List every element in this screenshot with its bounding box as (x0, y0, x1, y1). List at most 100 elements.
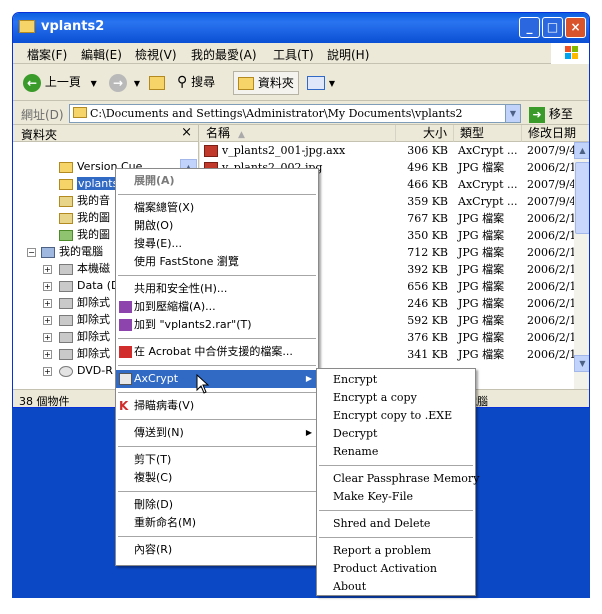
up-folder-button[interactable] (149, 71, 165, 95)
menu-item-report-problem[interactable]: Report a problem (317, 542, 475, 560)
menu-item-open[interactable]: 開啟(O) (116, 217, 318, 235)
column-date[interactable]: 修改日期 (522, 125, 589, 142)
menu-item-send-to[interactable]: 傳送到(N) ▶ (116, 424, 318, 442)
file-size: 246 KB (407, 297, 448, 310)
tree-item-my-music[interactable]: 我的音 (59, 192, 110, 209)
go-button[interactable]: ➜ 移至 (529, 105, 573, 123)
tree-item-removable-4[interactable]: 卸除式 (59, 345, 110, 362)
expand-icon[interactable]: + (43, 333, 52, 342)
collapse-icon[interactable]: − (27, 248, 36, 257)
menu-separator (118, 392, 316, 393)
menu-file[interactable]: 檔案(F) (27, 46, 67, 63)
menu-item-make-key-file[interactable]: Make Key-File (317, 488, 475, 506)
menu-item-rename-axcrypt[interactable]: Rename (317, 443, 475, 461)
menu-item-expand[interactable]: 展開(A) (116, 172, 318, 190)
menu-tools[interactable]: 工具(T) (273, 46, 314, 63)
column-name[interactable]: 名稱 ▲ (200, 125, 396, 142)
expand-icon[interactable]: + (43, 316, 52, 325)
menu-item-encrypt-copy[interactable]: Encrypt a copy (317, 389, 475, 407)
search-button[interactable]: ⚲ 搜尋 (177, 71, 215, 95)
tree-item-my-pictures-2[interactable]: 我的圖 (59, 226, 110, 243)
maximize-button[interactable]: □ (542, 17, 563, 38)
menu-item-shred-delete[interactable]: Shred and Delete (317, 515, 475, 533)
tree-item-local-disk[interactable]: 本機磁 (59, 260, 110, 277)
column-size[interactable]: 大小 (396, 125, 454, 142)
music-folder-icon (59, 195, 73, 207)
close-pane-button[interactable]: × (181, 125, 192, 140)
expand-icon[interactable]: + (43, 299, 52, 308)
file-type: JPG 檔案 (458, 161, 505, 174)
menu-edit[interactable]: 編輯(E) (81, 46, 122, 63)
expand-icon[interactable]: + (43, 265, 52, 274)
menu-item-faststone[interactable]: 使用 FastStone 瀏覽 (116, 253, 318, 271)
scrollbar-thumb[interactable] (575, 162, 589, 234)
tree-item-my-pictures[interactable]: 我的圖 (59, 209, 110, 226)
menu-item-about[interactable]: About (317, 578, 475, 596)
menu-favorites[interactable]: 我的最愛(A) (191, 46, 257, 63)
menu-item-encrypt-exe[interactable]: Encrypt copy to .EXE (317, 407, 475, 425)
tree-item-data-drive[interactable]: Data (D (59, 277, 120, 294)
scroll-down-icon[interactable]: ▼ (574, 355, 589, 372)
folder-icon (73, 107, 87, 118)
table-row[interactable]: v_plants2_001-jpg.axx 306 KB AxCrypt ... 20… (200, 142, 589, 159)
address-input[interactable]: C:\Documents and Settings\Administrator\… (69, 104, 521, 123)
menu-help[interactable]: 說明(H) (327, 46, 369, 63)
chevron-down-icon[interactable]: ▼ (134, 79, 140, 88)
menu-item-clear-passphrase[interactable]: Clear Passphrase Memory (317, 470, 479, 488)
tree-item-label: 我的圖 (77, 211, 110, 224)
address-dropdown-button[interactable]: ▼ (505, 104, 521, 123)
address-value: C:\Documents and Settings\Administrator\… (90, 107, 463, 120)
pictures-folder-icon (59, 212, 73, 224)
expand-icon[interactable]: + (43, 350, 52, 359)
menu-view[interactable]: 檢視(V) (135, 46, 177, 63)
menu-item-label: 傳送到(N) (134, 426, 184, 439)
file-type: AxCrypt ... (458, 178, 518, 191)
file-size: 359 KB (407, 195, 448, 208)
menu-item-properties[interactable]: 內容(R) (116, 541, 318, 559)
menu-item-label: 加到壓縮檔(A)... (134, 300, 216, 313)
tree-item-removable-2[interactable]: 卸除式 (59, 311, 110, 328)
context-menu: 展開(A) 檔案總管(X) 開啟(O) 搜尋(E)... 使用 FastSton… (115, 168, 319, 566)
file-size: 341 KB (407, 348, 448, 361)
menu-item-sharing[interactable]: 共用和安全性(H)... (116, 280, 318, 298)
tree-item-removable-1[interactable]: 卸除式 (59, 294, 110, 311)
file-list-scrollbar[interactable]: ▲ ▼ (574, 142, 589, 389)
file-type: AxCrypt ... (458, 144, 518, 157)
menu-item-label: 掃瞄病毒(V) (134, 399, 195, 412)
column-type[interactable]: 類型 (454, 125, 522, 142)
close-button[interactable]: × (565, 17, 586, 38)
folders-button[interactable]: 資料夾 (233, 71, 299, 95)
title-bar[interactable]: vplants2 _ □ × (13, 13, 589, 43)
winrar-icon (119, 301, 132, 313)
menu-item-search[interactable]: 搜尋(E)... (116, 235, 318, 253)
menu-item-add-rar[interactable]: 加到 "vplants2.rar"(T) (116, 316, 318, 334)
menu-item-encrypt[interactable]: Encrypt (317, 371, 475, 389)
menu-item-axcrypt[interactable]: AxCrypt ▶ (116, 370, 318, 388)
menu-item-add-archive[interactable]: 加到壓縮檔(A)... (116, 298, 318, 316)
menu-item-copy[interactable]: 複製(C) (116, 469, 318, 487)
folder-icon (238, 77, 254, 90)
tree-item-label: 卸除式 (77, 313, 110, 326)
menu-item-explorer[interactable]: 檔案總管(X) (116, 199, 318, 217)
tree-item-removable-3[interactable]: 卸除式 (59, 328, 110, 345)
tree-item-my-computer[interactable]: 我的電腦 (41, 243, 103, 260)
menu-item-acrobat[interactable]: 在 Acrobat 中合併支援的檔案... (116, 343, 318, 361)
expand-icon[interactable]: + (43, 367, 52, 376)
menu-item-delete[interactable]: 刪除(D) (116, 496, 318, 514)
menu-item-product-activation[interactable]: Product Activation (317, 560, 475, 578)
back-button[interactable]: ← 上一頁 ▼ (23, 71, 97, 95)
forward-button[interactable]: → ▼ (109, 71, 140, 95)
views-button[interactable]: ▼ (307, 71, 335, 95)
minimize-button[interactable]: _ (519, 17, 540, 38)
menu-item-cut[interactable]: 剪下(T) (116, 451, 318, 469)
expand-icon[interactable]: + (43, 282, 52, 291)
tree-item-dvd[interactable]: DVD-R (59, 362, 113, 379)
menu-item-virus-scan[interactable]: K 掃瞄病毒(V) (116, 397, 318, 415)
scroll-up-icon[interactable]: ▲ (574, 142, 589, 159)
menu-item-rename[interactable]: 重新命名(M) (116, 514, 318, 532)
chevron-down-icon[interactable]: ▼ (329, 79, 335, 88)
chevron-down-icon[interactable]: ▼ (91, 79, 97, 88)
menu-item-decrypt[interactable]: Decrypt (317, 425, 475, 443)
computer-icon (41, 246, 55, 258)
file-size: 466 KB (407, 178, 448, 191)
